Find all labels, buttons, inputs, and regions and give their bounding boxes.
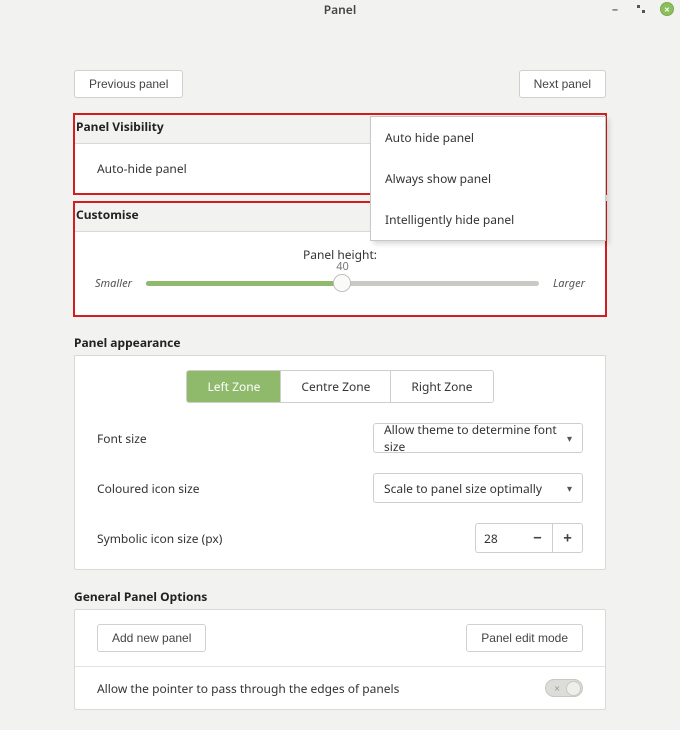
- auto-hide-panel-label: Auto-hide panel: [97, 160, 187, 177]
- next-panel-button[interactable]: Next panel: [519, 70, 606, 98]
- close-button[interactable]: ×: [660, 2, 674, 16]
- general-panel-options-heading: General Panel Options: [74, 588, 606, 605]
- minimize-button[interactable]: –: [608, 2, 622, 16]
- panel-edit-mode-button[interactable]: Panel edit mode: [466, 624, 583, 652]
- slider-value-label: 40: [336, 259, 349, 274]
- visibility-option-always-show[interactable]: Always show panel: [371, 158, 605, 199]
- pass-through-label: Allow the pointer to pass through the ed…: [97, 680, 399, 697]
- chevron-down-icon: ▾: [567, 431, 572, 445]
- font-size-select[interactable]: Allow theme to determine font size ▾: [373, 423, 583, 453]
- symbolic-icon-size-increment[interactable]: +: [553, 523, 583, 553]
- visibility-dropdown: Auto hide panel Always show panel Intell…: [370, 116, 606, 241]
- coloured-icon-size-select[interactable]: Scale to panel size optimally ▾: [373, 473, 583, 503]
- coloured-icon-size-label: Coloured icon size: [97, 480, 200, 497]
- zone-left-button[interactable]: Left Zone: [187, 371, 280, 402]
- visibility-option-auto-hide[interactable]: Auto hide panel: [371, 117, 605, 158]
- chevron-down-icon: ▾: [567, 481, 572, 495]
- zone-segmented-control: Left Zone Centre Zone Right Zone: [186, 370, 493, 403]
- previous-panel-button[interactable]: Previous panel: [74, 70, 183, 98]
- font-size-label: Font size: [97, 430, 147, 447]
- pass-through-toggle[interactable]: ×: [545, 679, 583, 697]
- toggle-off-icon: ×: [554, 681, 560, 695]
- font-size-value: Allow theme to determine font size: [384, 421, 567, 455]
- symbolic-icon-size-label: Symbolic icon size (px): [97, 530, 222, 547]
- window-title: Panel: [324, 1, 356, 18]
- visibility-option-intelligent-hide[interactable]: Intelligently hide panel: [371, 199, 605, 240]
- symbolic-icon-size-value[interactable]: 28: [475, 523, 523, 553]
- slider-smaller-label: Smaller: [95, 276, 132, 291]
- symbolic-icon-size-decrement[interactable]: −: [523, 523, 553, 553]
- add-new-panel-button[interactable]: Add new panel: [97, 624, 206, 652]
- zone-centre-button[interactable]: Centre Zone: [280, 371, 390, 402]
- coloured-icon-size-value: Scale to panel size optimally: [384, 480, 542, 497]
- panel-appearance-heading: Panel appearance: [74, 334, 606, 351]
- panel-height-slider[interactable]: 40: [146, 271, 539, 295]
- slider-larger-label: Larger: [553, 276, 585, 291]
- zone-right-button[interactable]: Right Zone: [390, 371, 492, 402]
- maximize-button[interactable]: [634, 2, 648, 16]
